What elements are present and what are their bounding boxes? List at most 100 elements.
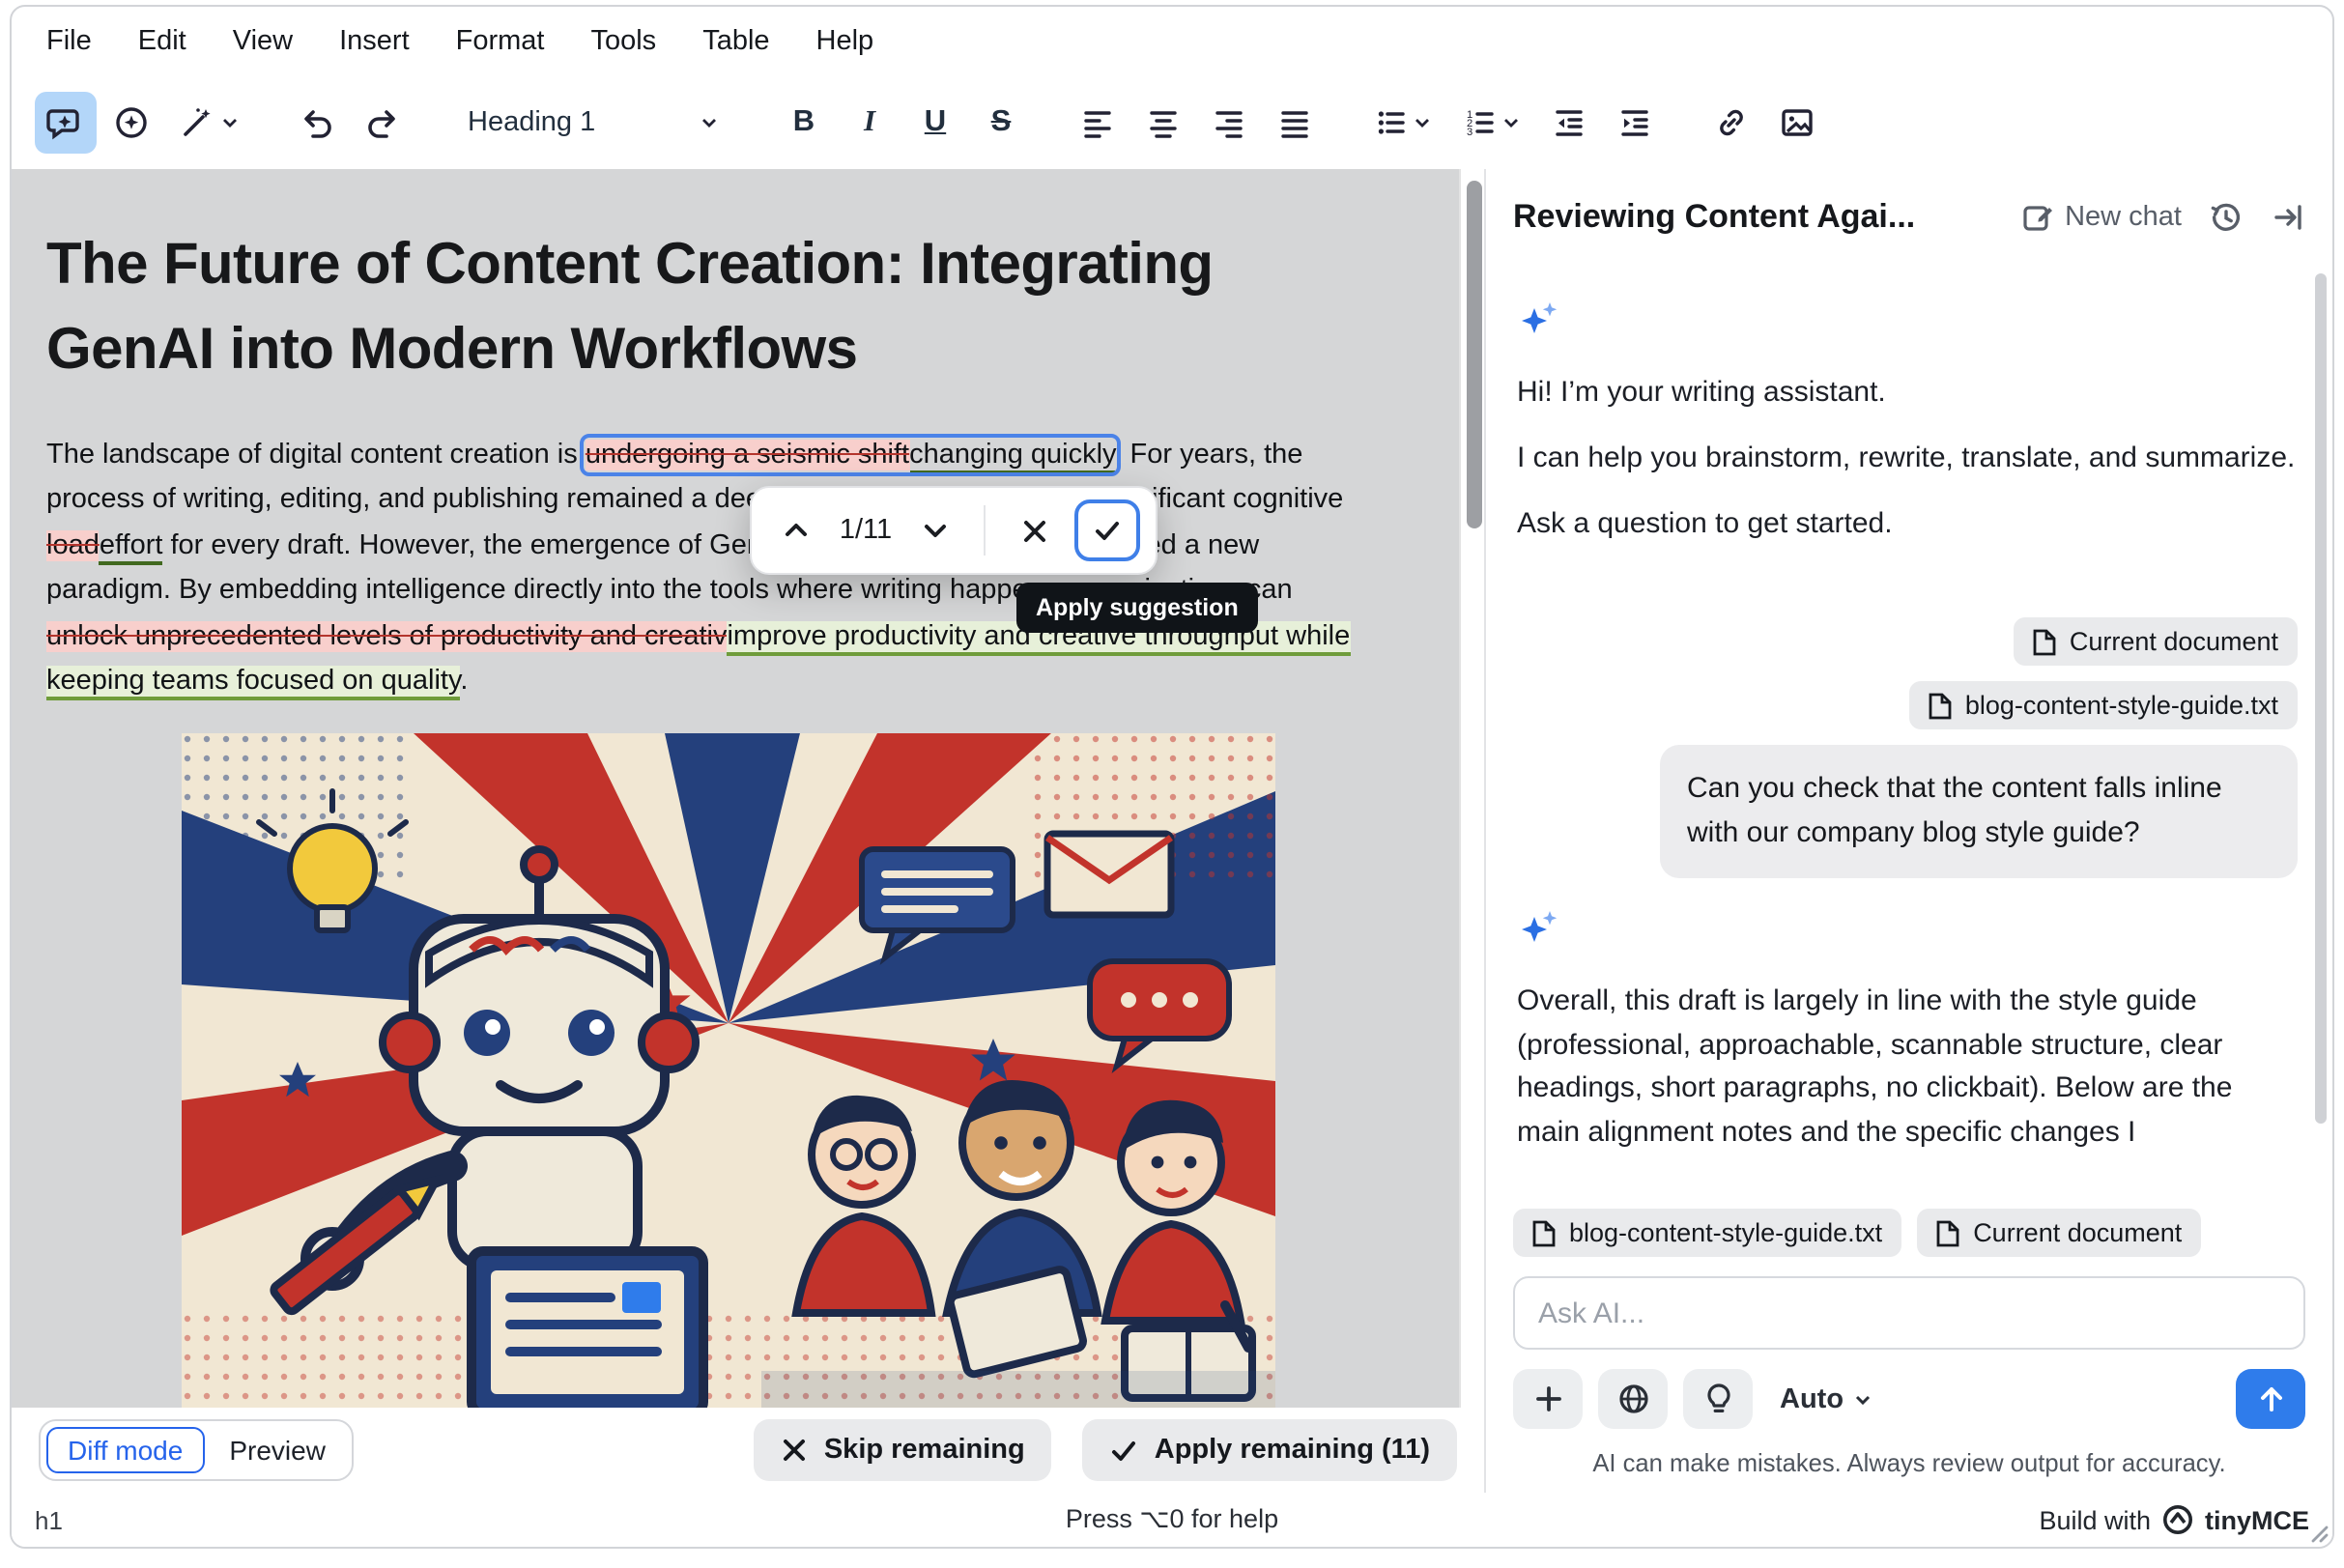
chevron-down-icon — [220, 113, 240, 132]
menu-tools[interactable]: Tools — [590, 26, 656, 57]
tinymce-brand-label: tinyMCE — [2205, 1505, 2309, 1534]
format-wand-button[interactable] — [166, 92, 251, 154]
block-format-select[interactable]: Heading 1 — [448, 92, 738, 154]
align-justify-button[interactable] — [1264, 92, 1326, 154]
new-chat-button[interactable]: New chat — [2020, 201, 2182, 234]
sidebar-scrollbar-thumb[interactable] — [2315, 273, 2327, 1124]
paragraph-text: . — [460, 667, 468, 698]
assistant-message: I can help you brainstorm, rewrite, tran… — [1517, 438, 2298, 480]
ask-ai-input[interactable] — [1513, 1276, 2305, 1350]
apply-remaining-label: Apply remaining (11) — [1155, 1435, 1430, 1466]
next-suggestion-button[interactable] — [906, 501, 964, 559]
suggestion-navigator: 1/11 — [750, 486, 1158, 575]
attachment-chip-current-document[interactable]: Current document — [2014, 618, 2298, 667]
send-button[interactable] — [2236, 1369, 2305, 1429]
undo-icon — [298, 103, 336, 142]
menu-view[interactable]: View — [233, 26, 293, 57]
ai-shortcuts-button[interactable] — [100, 92, 162, 154]
view-mode-toggle: Diff mode Preview — [39, 1419, 355, 1481]
editor-scrollbar-thumb[interactable] — [1466, 181, 1481, 528]
selected-suggestion[interactable]: undergoing a seismic shiftchanging quick… — [586, 440, 1115, 470]
ideas-button[interactable] — [1683, 1369, 1753, 1429]
preview-mode-toggle[interactable]: Preview — [208, 1427, 347, 1473]
chat-transcript[interactable]: Hi! I’m your writing assistant. I can he… — [1486, 266, 2332, 1189]
x-icon — [1019, 516, 1048, 545]
menu-help[interactable]: Help — [816, 26, 874, 57]
document-paragraph: The landscape of digital content creatio… — [46, 434, 1368, 706]
help-shortcut-hint: Press ⌥0 for help — [12, 1504, 2332, 1535]
diff-deletion: undergoing a seismic shift — [586, 440, 909, 470]
chevron-down-icon — [700, 113, 719, 132]
menu-bar: File Edit View Insert Format Tools Table… — [12, 7, 2332, 76]
menu-table[interactable]: Table — [702, 26, 769, 57]
plus-icon — [1533, 1384, 1562, 1413]
element-path[interactable]: h1 — [35, 1505, 63, 1534]
bullet-list-button[interactable] — [1360, 92, 1445, 154]
undo-button[interactable] — [286, 92, 348, 154]
numbered-list-icon: 123 — [1463, 105, 1498, 140]
chat-title: Reviewing Content Agai... — [1513, 198, 1993, 237]
diff-mode-toggle[interactable]: Diff mode — [46, 1427, 204, 1473]
new-chat-label: New chat — [2065, 202, 2182, 233]
apply-suggestion-button[interactable] — [1074, 499, 1140, 561]
web-search-button[interactable] — [1598, 1369, 1668, 1429]
outdent-icon — [1552, 105, 1586, 140]
editor-scrollbar[interactable] — [1459, 169, 1484, 1493]
ai-assistant-button[interactable] — [35, 92, 97, 154]
ai-chat-icon — [46, 103, 85, 142]
align-right-button[interactable] — [1198, 92, 1260, 154]
numbered-list-button[interactable]: 123 — [1449, 92, 1534, 154]
menu-file[interactable]: File — [46, 26, 92, 57]
arrow-up-icon — [2256, 1384, 2285, 1413]
redo-button[interactable] — [352, 92, 414, 154]
menu-edit[interactable]: Edit — [138, 26, 186, 57]
align-justify-icon — [1277, 105, 1312, 140]
image-button[interactable] — [1766, 92, 1828, 154]
menu-insert[interactable]: Insert — [339, 26, 410, 57]
lightbulb-icon — [1703, 1383, 1732, 1415]
align-left-button[interactable] — [1067, 92, 1129, 154]
ai-disclaimer: AI can make mistakes. Always review outp… — [1513, 1448, 2305, 1477]
menu-format[interactable]: Format — [456, 26, 545, 57]
strikethrough-button[interactable]: S — [970, 92, 1032, 154]
reject-suggestion-button[interactable] — [1005, 501, 1063, 559]
new-chat-icon — [2020, 201, 2053, 234]
editor-canvas[interactable]: The Future of Content Creation: Integrat… — [12, 169, 1484, 1493]
toolbar: Heading 1 B I U S — [12, 76, 2332, 169]
composer-chip-style-guide[interactable]: blog-content-style-guide.txt — [1513, 1209, 1901, 1257]
attachment-chip-style-guide[interactable]: blog-content-style-guide.txt — [1909, 682, 2298, 730]
link-button[interactable] — [1701, 92, 1762, 154]
ai-sidebar: Reviewing Content Agai... New chat Hi! I… — [1484, 169, 2332, 1493]
italic-button[interactable]: I — [839, 92, 900, 154]
apply-remaining-button[interactable]: Apply remaining (11) — [1083, 1419, 1457, 1481]
collapse-sidebar-button[interactable] — [2271, 200, 2305, 235]
hero-illustration — [182, 733, 1275, 1493]
underline-button[interactable]: U — [904, 92, 966, 154]
build-with-label: Build with — [2039, 1505, 2151, 1534]
suggestion-counter: 1/11 — [837, 515, 895, 546]
previous-suggestion-button[interactable] — [767, 501, 825, 559]
italic-icon: I — [864, 105, 875, 140]
chip-label: blog-content-style-guide.txt — [1965, 692, 2278, 721]
skip-remaining-button[interactable]: Skip remaining — [755, 1419, 1052, 1481]
model-mode-select[interactable]: Auto — [1780, 1383, 1872, 1414]
chevron-up-icon — [781, 515, 812, 546]
bold-button[interactable]: B — [773, 92, 835, 154]
x-icon — [782, 1437, 809, 1464]
align-center-button[interactable] — [1132, 92, 1194, 154]
align-right-icon — [1212, 105, 1246, 140]
chat-history-button[interactable] — [2209, 200, 2244, 235]
ai-shortcuts-icon — [112, 103, 151, 142]
file-icon — [1532, 1219, 1556, 1246]
add-attachment-button[interactable] — [1513, 1369, 1583, 1429]
strikethrough-icon: S — [991, 105, 1012, 140]
paragraph-text: The landscape of digital content creatio… — [46, 440, 586, 470]
branding[interactable]: Build with tinyMCE — [2039, 1504, 2309, 1535]
composer-chip-current-document[interactable]: Current document — [1917, 1209, 2201, 1257]
model-mode-value: Auto — [1780, 1383, 1844, 1414]
outdent-button[interactable] — [1538, 92, 1600, 154]
globe-icon — [1616, 1383, 1649, 1415]
file-icon — [1929, 693, 1952, 720]
ai-sidebar-header: Reviewing Content Agai... New chat — [1486, 169, 2332, 266]
indent-button[interactable] — [1604, 92, 1666, 154]
